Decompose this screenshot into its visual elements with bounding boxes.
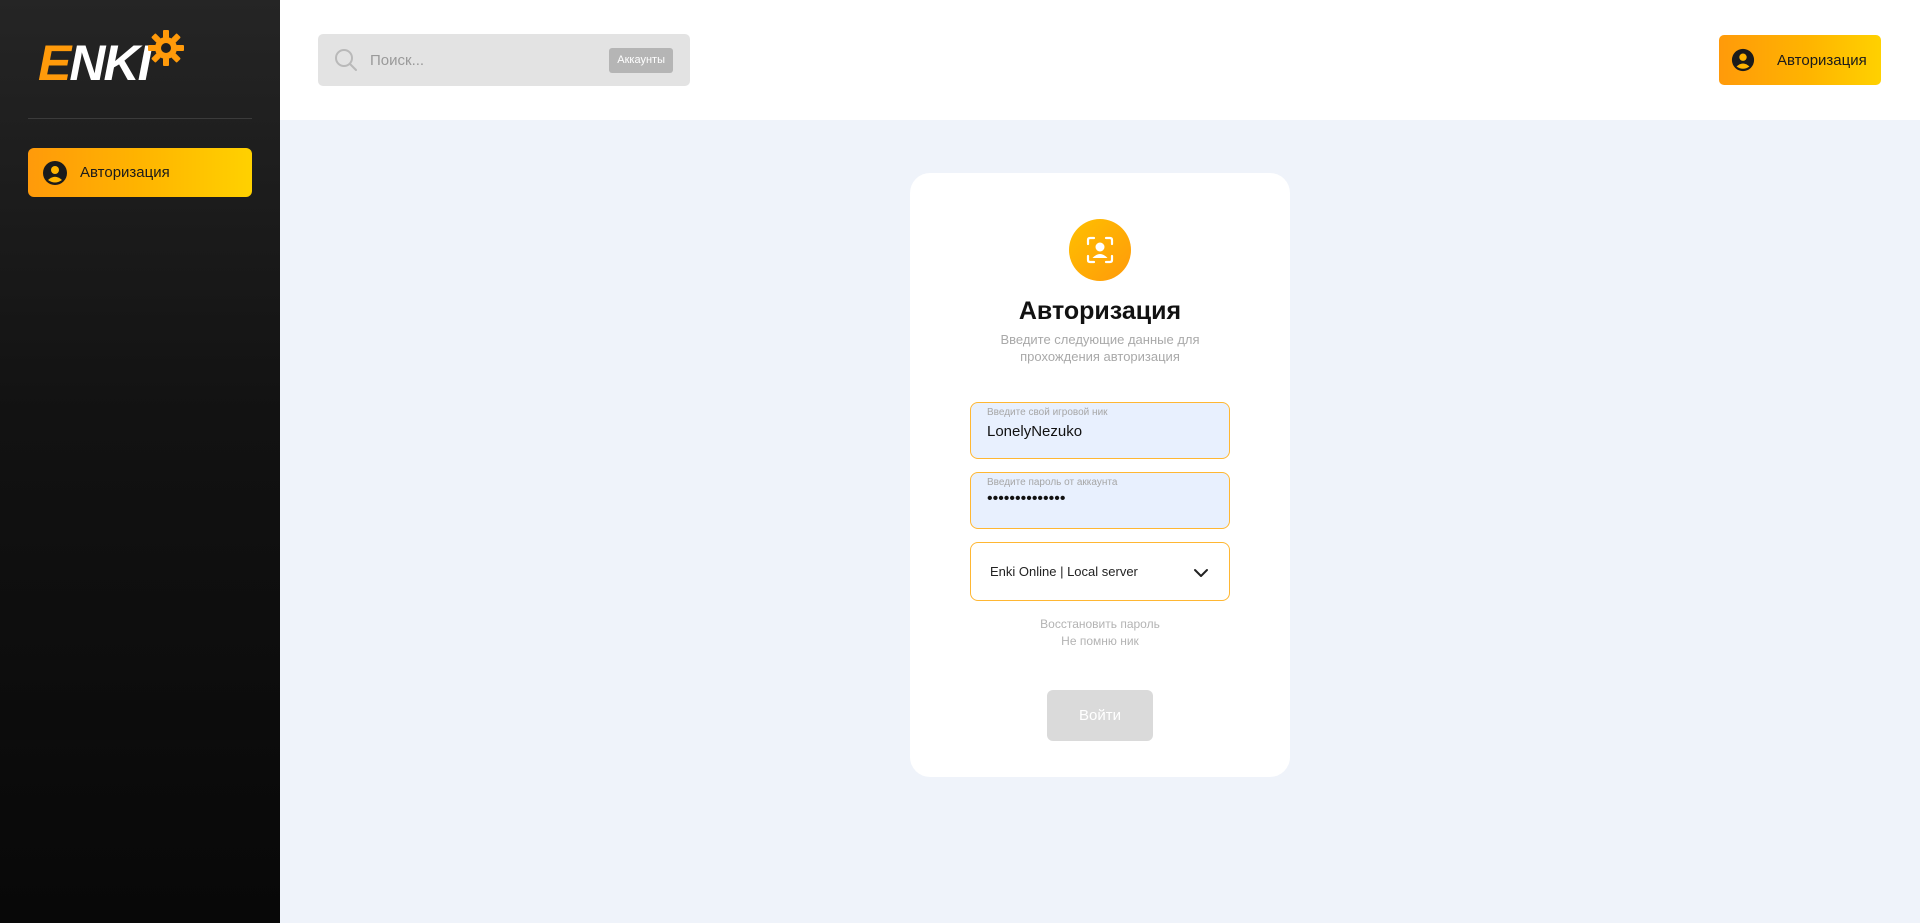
chevron-down-icon[interactable]: [1192, 564, 1210, 582]
top-bar: Аккаунты Авторизация: [280, 0, 1920, 120]
search-input[interactable]: [368, 34, 598, 86]
sidebar-item-authorization[interactable]: Авторизация: [28, 148, 252, 197]
user-circle-icon: [43, 160, 67, 185]
password-field-value[interactable]: ••••••••••••••: [987, 490, 1065, 508]
search-bar: Аккаунты: [318, 34, 690, 86]
face-id-icon: [1069, 219, 1131, 281]
password-field[interactable]: Введите пароль от аккаунта •••••••••••••…: [970, 472, 1230, 529]
page-title: Авторизация: [1018, 297, 1182, 325]
search-scope-badge[interactable]: Аккаунты: [609, 48, 673, 73]
auth-subtitle: Введите следующие данные для прохождения…: [1000, 332, 1200, 364]
sidebar-item-label: Авторизация: [80, 164, 170, 181]
sidebar-divider: [28, 118, 252, 119]
forgot-nick-link[interactable]: Не помню ник: [910, 634, 1290, 648]
sidebar: ENKI Авторизация: [0, 0, 280, 923]
search-icon: [335, 49, 357, 71]
logo-wordmark: ENKI: [38, 35, 151, 91]
enki-logo[interactable]: ENKI: [38, 26, 188, 91]
server-select[interactable]: Enki Online | Local server: [970, 542, 1230, 601]
login-button[interactable]: Войти: [1047, 690, 1153, 741]
gear-icon: [148, 30, 184, 66]
nickname-field[interactable]: Введите свой игровой ник LonelyNezuko: [970, 402, 1230, 459]
restore-password-link[interactable]: Восстановить пароль: [910, 617, 1290, 631]
nickname-field-value[interactable]: LonelyNezuko: [987, 423, 1082, 440]
nickname-field-label: Введите свой игровой ник: [987, 407, 1108, 418]
authorization-button[interactable]: Авторизация: [1719, 35, 1881, 85]
authorization-button-label: Авторизация: [1777, 51, 1867, 69]
user-circle-icon: [1731, 48, 1755, 72]
auth-card: Авторизация Введите следующие данные для…: [910, 173, 1290, 777]
server-select-value: Enki Online | Local server: [990, 564, 1138, 579]
password-field-label: Введите пароль от аккаунта: [987, 477, 1118, 488]
